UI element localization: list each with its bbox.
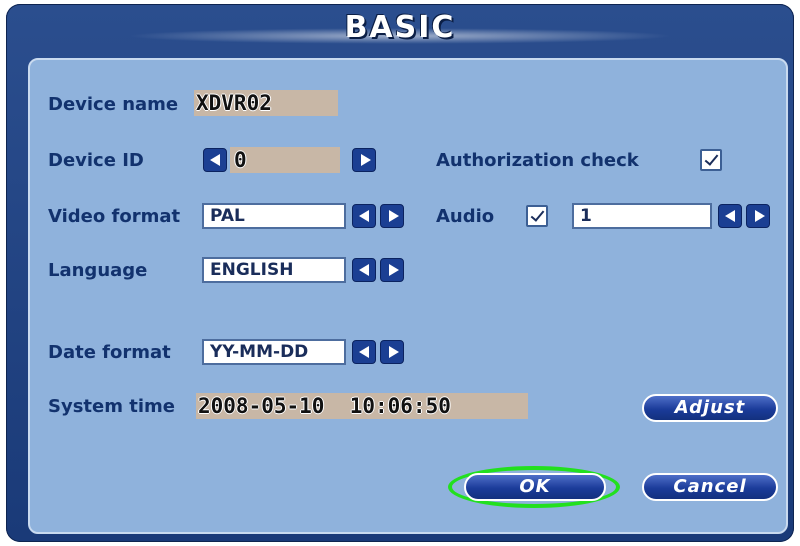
system-time-label: System time (48, 396, 175, 417)
device-id-label: Device ID (48, 150, 144, 171)
date-format-left-arrow[interactable] (352, 340, 376, 364)
adjust-button[interactable]: Adjust (642, 394, 778, 422)
video-format-left-arrow[interactable] (352, 204, 376, 228)
language-left-arrow[interactable] (352, 258, 376, 282)
date-format-right-arrow[interactable] (380, 340, 404, 364)
audio-label: Audio (436, 206, 495, 227)
audio-checkbox[interactable] (526, 205, 548, 227)
date-format-select[interactable]: YY-MM-DD (202, 339, 346, 365)
language-select[interactable]: ENGLISH (202, 257, 346, 283)
device-name-value: XDVR02 (196, 91, 272, 115)
cancel-button[interactable]: Cancel (642, 473, 778, 501)
audio-channel-left-arrow[interactable] (718, 204, 742, 228)
title-bar: BASIC (6, 4, 794, 48)
dialog-title: BASIC (344, 10, 456, 45)
basic-dialog: BASIC Device name XDVR02 Device ID 0 Aut… (6, 4, 794, 542)
language-label: Language (48, 260, 148, 281)
authorization-checkbox[interactable] (700, 149, 722, 171)
ok-button[interactable]: OK (464, 473, 606, 501)
video-format-select[interactable]: PAL (202, 203, 346, 229)
system-time-value: 2008-05-10 10:06:50 (198, 394, 451, 418)
authorization-check-label: Authorization check (436, 150, 639, 171)
settings-panel: Device name XDVR02 Device ID 0 Authoriza… (28, 58, 788, 534)
audio-channel-select[interactable]: 1 (572, 203, 712, 229)
video-format-label: Video format (48, 206, 181, 227)
date-format-label: Date format (48, 342, 171, 363)
language-right-arrow[interactable] (380, 258, 404, 282)
device-id-decrease-arrow[interactable] (203, 148, 227, 172)
device-id-increase-arrow[interactable] (352, 148, 376, 172)
audio-channel-right-arrow[interactable] (746, 204, 770, 228)
video-format-right-arrow[interactable] (380, 204, 404, 228)
device-name-label: Device name (48, 94, 179, 115)
device-id-value: 0 (234, 148, 247, 172)
